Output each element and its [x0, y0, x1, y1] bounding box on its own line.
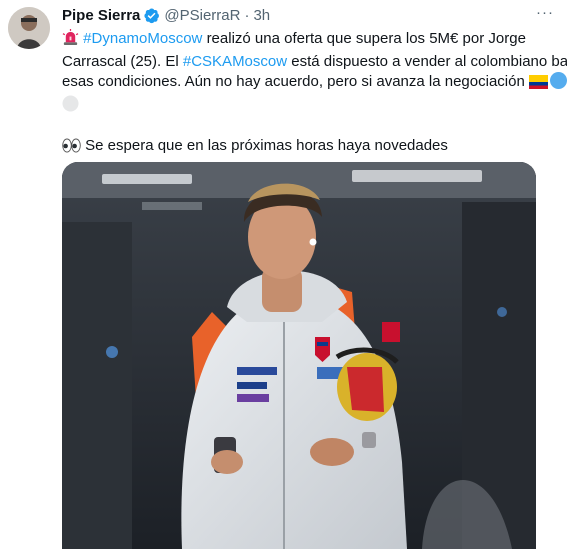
hashtag-cskamoscow[interactable]: #CSKAMoscow	[183, 53, 287, 70]
tweet-text-line1: realizó una oferta que supera los 5M€ po…	[206, 30, 526, 47]
avatar[interactable]	[8, 7, 50, 49]
tweet-text-line4: Se espera que en las próximas horas haya…	[81, 137, 448, 154]
tweet-line-3: esas condiciones. Aún no hay acuerdo, pe…	[62, 72, 567, 95]
tweet-text-line2a: Carrascal (25). El	[62, 53, 183, 70]
tweet-body: Pipe Sierra @PSierraR · 3h ··· #DynamoMo…	[62, 4, 567, 159]
eyes-icon	[62, 138, 81, 159]
more-options-icon[interactable]: ···	[536, 4, 554, 21]
tweet-text-line2b: está dispuesto a vender al colombiano ba…	[287, 53, 567, 70]
display-name[interactable]: Pipe Sierra	[62, 7, 140, 24]
handle[interactable]: @PSierraR	[164, 7, 240, 24]
tweet-header: Pipe Sierra @PSierraR · 3h ···	[62, 4, 558, 26]
white-circle-icon	[62, 95, 79, 118]
timestamp[interactable]: 3h	[253, 7, 270, 24]
tweet-line-1: #DynamoMoscow realizó una oferta que sup…	[62, 29, 558, 52]
tweet-line-2: Carrascal (25). El #CSKAMoscow está disp…	[62, 52, 567, 72]
tweet[interactable]: Pipe Sierra @PSierraR · 3h ··· #DynamoMo…	[0, 0, 567, 549]
tweet-text-line3: esas condiciones. Aún no hay acuerdo, pe…	[62, 73, 529, 90]
tweet-photo[interactable]	[62, 162, 536, 549]
verified-badge-icon	[143, 7, 160, 24]
police-light-icon	[62, 29, 79, 52]
tweet-line-4: Se espera que en las próximas horas haya…	[62, 136, 558, 159]
player-photo-illustration	[62, 162, 536, 549]
hashtag-dynamomoscow[interactable]: #DynamoMoscow	[83, 30, 202, 47]
tweet-line-3b	[62, 95, 558, 118]
separator: ·	[244, 6, 250, 24]
blue-circle-icon	[549, 72, 567, 95]
colombia-flag-icon	[528, 75, 548, 95]
tweet-text: #DynamoMoscow realizó una oferta que sup…	[62, 29, 567, 159]
